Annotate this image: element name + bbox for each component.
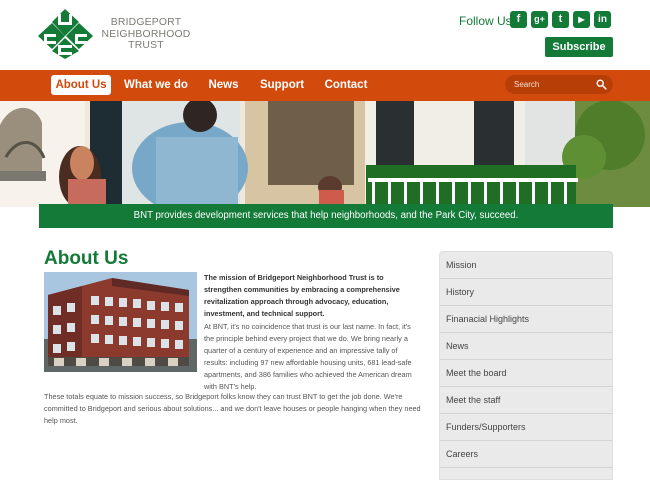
nav-news[interactable]: News <box>204 75 243 95</box>
logo-text[interactable]: Bridgeport Neighborhood Trust <box>101 17 191 52</box>
sidebar-item-financial-highlights[interactable]: Finanacial Highlights <box>440 306 612 333</box>
building-image <box>44 272 197 372</box>
sidebar-item-meet-the-board[interactable]: Meet the board <box>440 360 612 387</box>
about-paragraph-3: These totals equate to mission success, … <box>44 392 421 425</box>
search-icon[interactable] <box>596 79 607 90</box>
google-plus-icon[interactable]: g+ <box>531 11 548 28</box>
page: Bridgeport Neighborhood Trust Follow Us … <box>0 0 650 480</box>
twitter-icon[interactable]: t <box>552 11 569 28</box>
sidebar-item-careers[interactable]: Careers <box>440 441 612 468</box>
mission-banner: BNT provides development services that h… <box>39 204 613 228</box>
page-title: About Us <box>44 248 129 269</box>
nav-what-we-do[interactable]: What we do <box>124 75 188 95</box>
search-box[interactable] <box>505 75 613 94</box>
facebook-icon[interactable]: f <box>510 11 527 28</box>
search-input[interactable] <box>514 77 594 92</box>
nav-support[interactable]: Support <box>257 75 307 95</box>
about-paragraph-2: At BNT, it's no coincidence that trust i… <box>204 322 412 391</box>
subscribe-button[interactable]: Subscribe <box>545 37 613 57</box>
bnt-logo[interactable] <box>38 9 93 59</box>
nav-about-us[interactable]: About Us <box>51 75 111 95</box>
mission-statement: The mission of Bridgeport Neighborhood T… <box>204 273 400 318</box>
sidebar-item-history[interactable]: History <box>440 279 612 306</box>
hero-image <box>0 101 650 207</box>
site-header: Bridgeport Neighborhood Trust Follow Us … <box>0 0 650 70</box>
follow-us-label: Follow Us <box>459 14 512 28</box>
youtube-icon[interactable]: ▶ <box>573 11 590 28</box>
sidebar-item-funders-supporters[interactable]: Funders/Supporters <box>440 414 612 441</box>
linkedin-icon[interactable]: in <box>594 11 611 28</box>
sidebar-item-news[interactable]: News <box>440 333 612 360</box>
nav-contact[interactable]: Contact <box>323 75 369 95</box>
hero-photo-illustration <box>0 101 650 207</box>
sidebar-item-meet-the-staff[interactable]: Meet the staff <box>440 387 612 414</box>
sidebar-item-mission[interactable]: Mission <box>440 252 612 279</box>
about-sidebar: Mission History Finanacial Highlights Ne… <box>439 251 613 480</box>
